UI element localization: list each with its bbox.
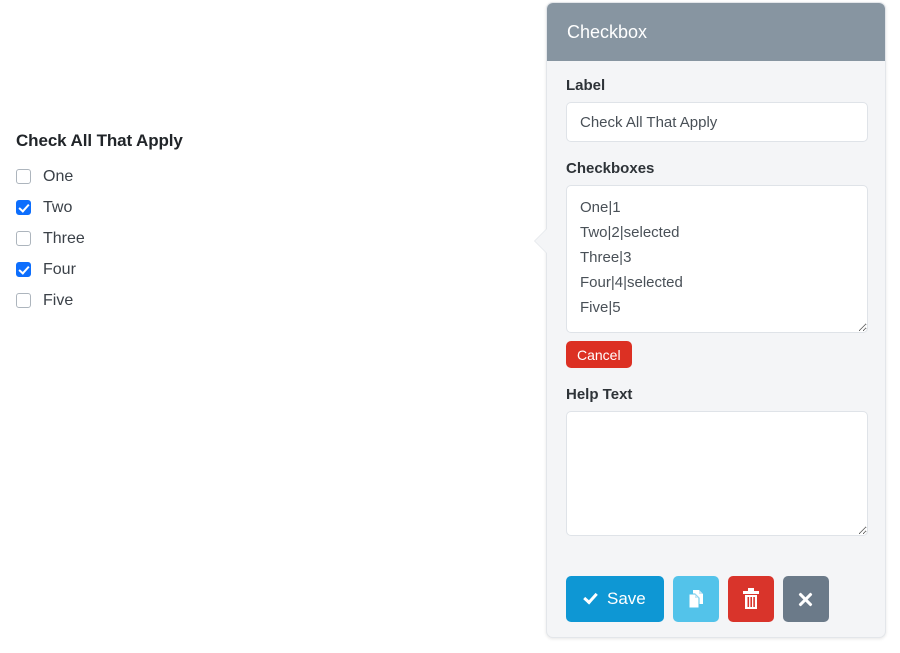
cancel-button[interactable]: Cancel [566, 341, 632, 368]
checkbox-option-five[interactable]: Five [16, 285, 486, 316]
delete-button[interactable] [728, 576, 774, 622]
close-button[interactable] [783, 576, 829, 622]
panel-header: Checkbox [547, 3, 885, 61]
panel-action-bar: Save [566, 576, 829, 622]
copy-button[interactable] [673, 576, 719, 622]
checkboxes-textarea[interactable] [566, 185, 868, 333]
checkbox-input-four[interactable] [16, 262, 31, 277]
panel-body: Label Checkboxes Cancel Help Text [547, 61, 885, 536]
checkbox-settings-panel: Checkbox Label Checkboxes Cancel Help Te… [546, 2, 886, 638]
checkbox-option-three[interactable]: Three [16, 223, 486, 254]
checkbox-label-one: One [43, 169, 73, 185]
close-icon [797, 591, 814, 608]
help-text-textarea[interactable] [566, 411, 868, 536]
checkbox-input-five[interactable] [16, 293, 31, 308]
help-text-field-caption: Help Text [566, 386, 866, 404]
checkbox-option-one[interactable]: One [16, 161, 486, 192]
check-icon [583, 589, 598, 604]
checkbox-preview: Check All That Apply One Two Three Four … [16, 130, 486, 316]
panel-title: Checkbox [567, 23, 647, 41]
label-field-caption: Label [566, 77, 866, 95]
label-input[interactable] [566, 102, 868, 142]
save-button[interactable]: Save [566, 576, 664, 622]
checkbox-option-two[interactable]: Two [16, 192, 486, 223]
panel-pointer-caret [535, 229, 547, 253]
app-root: Check All That Apply One Two Three Four … [0, 0, 900, 653]
save-button-label: Save [607, 589, 646, 609]
checkbox-label-two: Two [43, 200, 72, 216]
trash-icon [740, 587, 762, 611]
checkboxes-field-caption: Checkboxes [566, 160, 866, 178]
checkbox-input-one[interactable] [16, 169, 31, 184]
checkbox-input-two[interactable] [16, 200, 31, 215]
preview-legend: Check All That Apply [16, 130, 486, 152]
checkbox-input-three[interactable] [16, 231, 31, 246]
copy-icon [685, 588, 707, 610]
checkbox-label-five: Five [43, 293, 73, 309]
checkbox-option-four[interactable]: Four [16, 254, 486, 285]
checkbox-label-four: Four [43, 262, 76, 278]
checkbox-label-three: Three [43, 231, 85, 247]
